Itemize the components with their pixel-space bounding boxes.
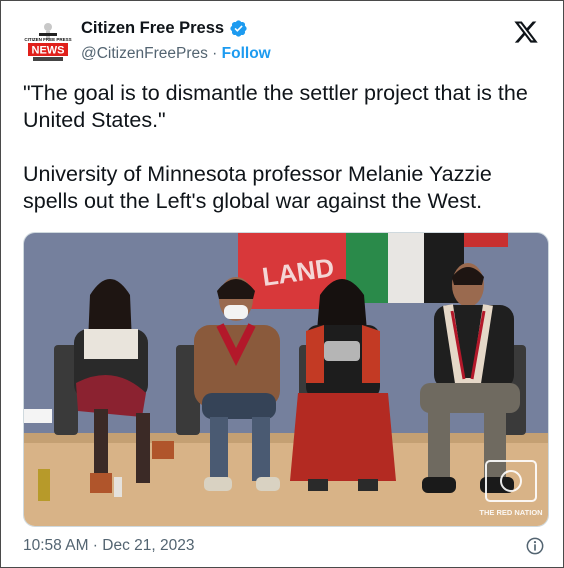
panel-of-four-speakers-image: LAND THE RED NATION — [24, 233, 548, 526]
tweet-paragraph-1: "The goal is to dismantle the settler pr… — [23, 81, 528, 132]
follow-button[interactable]: Follow — [222, 45, 271, 62]
tweet-paragraph-2: University of Minnesota professor Melani… — [23, 162, 492, 213]
tweet-body: "The goal is to dismantle the settler pr… — [23, 80, 543, 215]
author-handle-row: @CitizenFreePres · Follow — [81, 45, 271, 63]
flag-red — [464, 233, 508, 247]
tweet-timestamp[interactable]: 10:58 AM · Dec 21, 2023 — [23, 537, 194, 555]
tweet-card: CITIZEN FREE PRESS NEWS Citizen Free Pre… — [0, 0, 564, 568]
author-name[interactable]: Citizen Free Press — [81, 19, 224, 38]
avatar-logo-top: CITIZEN FREE PRESS — [24, 37, 71, 42]
x-logo-icon[interactable] — [513, 19, 539, 45]
tweet-media-video[interactable]: LAND THE RED NATION — [23, 232, 549, 527]
avatar-logo-main: NEWS — [32, 45, 65, 57]
watermark-text: THE RED NATION — [479, 508, 542, 517]
handle-separator: · — [212, 45, 218, 62]
author-handle[interactable]: @CitizenFreePres — [81, 45, 208, 62]
author-avatar[interactable]: CITIZEN FREE PRESS NEWS — [23, 17, 73, 67]
citizen-free-press-logo: CITIZEN FREE PRESS NEWS — [23, 17, 73, 67]
verified-badge-icon — [230, 20, 247, 37]
info-icon[interactable] — [525, 536, 545, 556]
flag-white — [388, 233, 424, 303]
tweet-header: CITIZEN FREE PRESS NEWS Citizen Free Pre… — [23, 15, 543, 67]
